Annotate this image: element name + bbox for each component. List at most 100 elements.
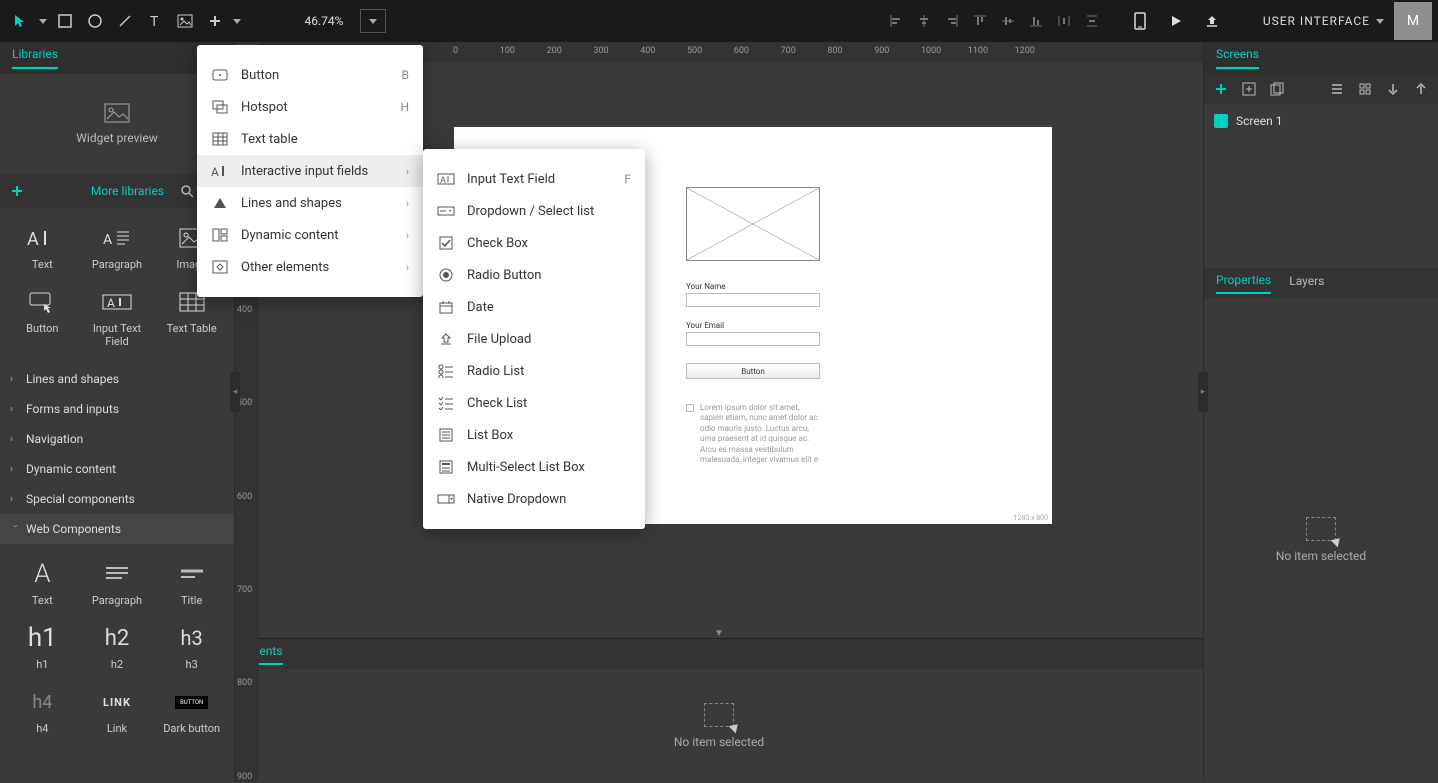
widget-input-text-field[interactable]: A Input Text Field <box>81 282 154 354</box>
add-library-button[interactable] <box>6 180 28 202</box>
project-name: USER INTERFACE <box>1263 14 1370 28</box>
screen-thumb-icon <box>1214 114 1228 128</box>
align-left-icon[interactable] <box>883 8 909 34</box>
align-bottom-icon[interactable] <box>1023 8 1049 34</box>
widget-paragraph[interactable]: A Paragraph <box>81 218 154 278</box>
svg-text:A: A <box>107 296 115 310</box>
menu-item-text-table[interactable]: Text table <box>197 123 423 155</box>
wc-h4[interactable]: h4h4 <box>6 682 79 742</box>
wc-dark-button[interactable]: BUTTONDark button <box>155 682 228 742</box>
menu-item-interactive-input-fields[interactable]: A Interactive input fields › <box>197 155 423 187</box>
share-upload-icon[interactable] <box>1197 6 1227 36</box>
add-tool[interactable] <box>200 6 230 36</box>
text-tool[interactable]: T <box>140 6 170 36</box>
events-collapse-handle[interactable]: ▼ <box>714 628 724 639</box>
category-navigation[interactable]: ›Navigation <box>0 424 234 454</box>
wc-h1[interactable]: h1h1 <box>6 618 79 678</box>
distribute-v-icon[interactable] <box>1079 8 1105 34</box>
align-center-h-icon[interactable] <box>911 8 937 34</box>
category-dynamic-content[interactable]: ›Dynamic content <box>0 454 234 484</box>
widget-button[interactable]: Button <box>6 282 79 354</box>
tab-libraries[interactable]: Libraries <box>12 47 58 69</box>
menu-item-hotspot[interactable]: Hotspot H <box>197 91 423 123</box>
device-preview-icon[interactable] <box>1125 6 1155 36</box>
image-tool[interactable] <box>170 6 200 36</box>
check-list-icon <box>437 396 455 410</box>
events-empty-label: No item selected <box>674 735 764 749</box>
submenu-radio-button[interactable]: Radio Button <box>423 259 645 291</box>
category-lines-and-shapes[interactable]: ›Lines and shapes <box>0 364 234 394</box>
submenu-radio-list[interactable]: Radio List <box>423 355 645 387</box>
zoom-input[interactable] <box>294 9 354 33</box>
play-preview-icon[interactable] <box>1161 6 1191 36</box>
project-dropdown[interactable]: USER INTERFACE <box>1263 14 1384 28</box>
submenu-input-text-field[interactable]: A Input Text Field F <box>423 163 645 195</box>
menu-item-lines-and-shapes[interactable]: Lines and shapes › <box>197 187 423 219</box>
sort-up-icon[interactable] <box>1410 78 1432 100</box>
wc-h2[interactable]: h2h2 <box>81 618 154 678</box>
canvas-button[interactable]: Button <box>686 363 820 379</box>
wc-paragraph[interactable]: Paragraph <box>81 554 154 614</box>
canvas-image-placeholder[interactable] <box>686 187 820 261</box>
user-avatar[interactable]: M <box>1394 2 1432 40</box>
wc-text[interactable]: AText <box>6 554 79 614</box>
menu-item-button[interactable]: Button B <box>197 59 423 91</box>
submenu-file-upload[interactable]: File Upload <box>423 323 645 355</box>
canvas-lorem-text[interactable]: Lorem ipsum dolor sit amet, sapien etiam… <box>700 403 820 465</box>
submenu-list-box[interactable]: List Box <box>423 419 645 451</box>
ellipse-tool[interactable] <box>80 6 110 36</box>
hotspot-icon <box>211 100 229 114</box>
properties-empty-label: No item selected <box>1276 549 1366 563</box>
category-web-components[interactable]: ›Web Components <box>0 514 234 544</box>
canvas-input-name[interactable] <box>686 293 820 307</box>
align-center-v-icon[interactable] <box>995 8 1021 34</box>
events-panel: Events No item selected <box>235 638 1203 782</box>
other-elements-icon <box>211 260 229 274</box>
submenu-check-list[interactable]: Check List <box>423 387 645 419</box>
category-forms-and-inputs[interactable]: ›Forms and inputs <box>0 394 234 424</box>
table-icon <box>211 132 229 146</box>
zoom-dropdown[interactable] <box>360 9 386 33</box>
duplicate-screen-icon[interactable] <box>1266 78 1288 100</box>
wc-link[interactable]: LINKLink <box>81 682 154 742</box>
chevron-right-icon: › <box>406 261 409 274</box>
rectangle-tool[interactable] <box>50 6 80 36</box>
pointer-dropdown[interactable] <box>36 6 50 36</box>
screen-item-1[interactable]: Screen 1 <box>1212 110 1430 132</box>
canvas-input-email[interactable] <box>686 332 820 346</box>
wc-title[interactable]: Title <box>155 554 228 614</box>
more-libraries-link[interactable]: More libraries <box>91 184 164 198</box>
screen-item-label: Screen 1 <box>1236 114 1282 128</box>
canvas-label-name[interactable]: Your Name <box>686 282 726 291</box>
wc-h3[interactable]: h3h3 <box>155 618 228 678</box>
add-dropdown[interactable] <box>230 6 244 36</box>
radio-list-icon <box>437 364 455 378</box>
dropdown-icon <box>437 204 455 218</box>
search-libraries-icon[interactable] <box>176 180 198 202</box>
submenu-multi-select-list-box[interactable]: Multi-Select List Box <box>423 451 645 483</box>
align-right-icon[interactable] <box>939 8 965 34</box>
align-top-icon[interactable] <box>967 8 993 34</box>
sort-down-icon[interactable] <box>1382 78 1404 100</box>
tab-properties[interactable]: Properties <box>1216 273 1271 294</box>
tab-screens[interactable]: Screens <box>1216 47 1259 69</box>
canvas-label-email[interactable]: Your Email <box>686 321 724 330</box>
canvas-checkbox[interactable] <box>686 404 694 412</box>
grid-view-screens-icon[interactable] <box>1354 78 1376 100</box>
list-view-screens-icon[interactable] <box>1326 78 1348 100</box>
submenu-check-box[interactable]: Check Box <box>423 227 645 259</box>
menu-item-dynamic-content[interactable]: Dynamic content › <box>197 219 423 251</box>
tab-layers[interactable]: Layers <box>1289 274 1324 293</box>
submenu-date[interactable]: Date <box>423 291 645 323</box>
add-template-icon[interactable] <box>1238 78 1260 100</box>
pointer-tool[interactable] <box>6 6 36 36</box>
distribute-h-icon[interactable] <box>1051 8 1077 34</box>
line-tool[interactable] <box>110 6 140 36</box>
multi-select-icon <box>437 460 455 474</box>
widget-text[interactable]: A Text <box>6 218 79 278</box>
submenu-native-dropdown[interactable]: Native Dropdown <box>423 483 645 515</box>
submenu-dropdown-select[interactable]: Dropdown / Select list <box>423 195 645 227</box>
add-screen-button[interactable] <box>1210 78 1232 100</box>
menu-item-other-elements[interactable]: Other elements › <box>197 251 423 283</box>
category-special-components[interactable]: ›Special components <box>0 484 234 514</box>
